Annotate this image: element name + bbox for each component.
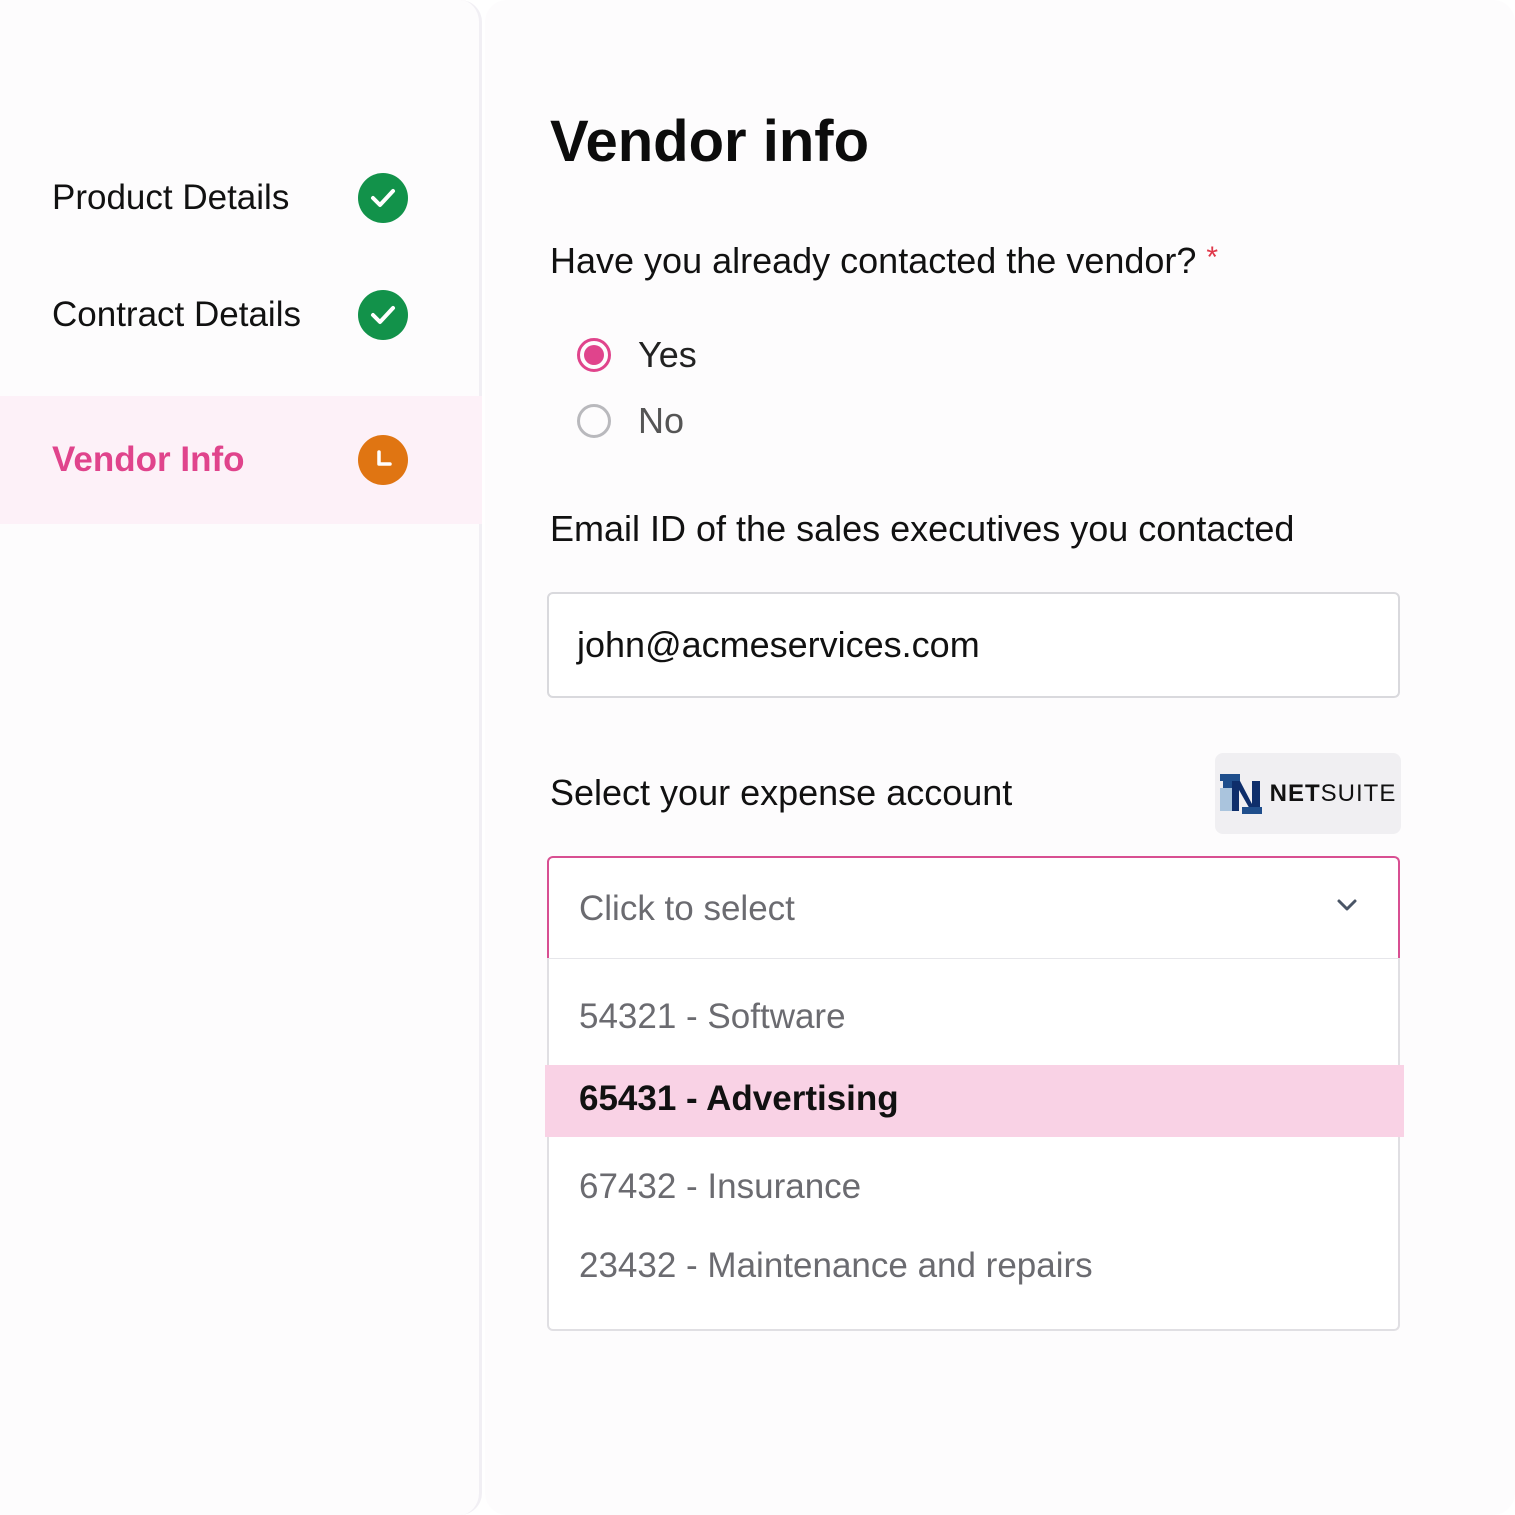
expense-account-select[interactable]: Click to select [547,856,1400,960]
radio-yes[interactable]: Yes [577,334,697,376]
question-text: Have you already contacted the vendor? [550,240,1197,281]
check-circle-icon [358,290,408,340]
email-label: Email ID of the sales executives you con… [550,508,1295,549]
radio-button-unselected[interactable] [577,404,611,438]
step-contract-details[interactable]: Contract Details [0,260,482,370]
radio-button-selected[interactable] [577,338,611,372]
required-mark: * [1206,241,1219,274]
netsuite-badge: NETSUITE [1215,753,1401,834]
radio-label-yes: Yes [638,334,697,375]
clock-icon [358,435,408,485]
check-circle-icon [358,173,408,223]
dropdown-option[interactable]: 67432 - Insurance [579,1167,861,1207]
expense-label: Select your expense account [550,772,1013,813]
radio-label-no: No [638,400,685,441]
step-label: Product Details [52,178,290,217]
step-label: Vendor Info [52,440,245,479]
netsuite-wordmark: NETSUITE [1269,779,1397,807]
dropdown-option[interactable]: 54321 - Software [579,997,846,1037]
dropdown-option[interactable]: 23432 - Maintenance and repairs [579,1246,1093,1286]
main-panel: Vendor info Have you already contacted t… [485,0,1515,1515]
contacted-question-label: Have you already contacted the vendor? * [550,240,1218,282]
email-input[interactable]: john@acmeservices.com [547,592,1400,698]
netsuite-logo-icon [1219,773,1262,814]
expense-dropdown-menu: 54321 - Software 65431 - Advertising 674… [545,958,1404,1331]
step-product-details[interactable]: Product Details [0,143,482,253]
radio-no[interactable]: No [577,400,684,442]
sidebar: Product Details Contract Details Vendor … [0,0,482,1515]
chevron-down-icon [1337,899,1357,911]
step-vendor-info[interactable]: Vendor Info [0,396,482,524]
select-placeholder: Click to select [579,889,795,928]
option-label: 65431 - Advertising [579,1079,899,1118]
dropdown-option-highlighted[interactable]: 65431 - Advertising [545,1065,1404,1137]
step-label: Contract Details [52,295,301,334]
page-title: Vendor info [550,109,869,174]
